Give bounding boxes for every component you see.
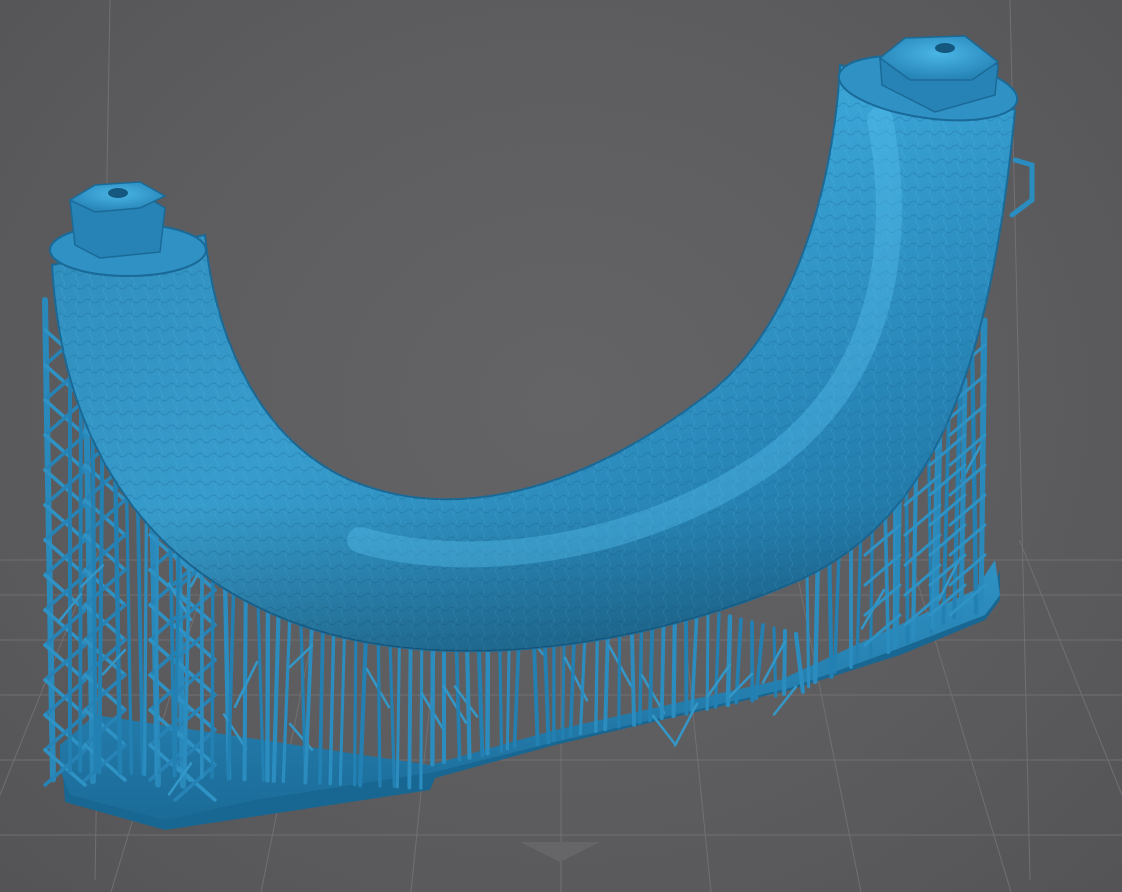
support-strut [948, 433, 987, 467]
support-strut [948, 403, 987, 437]
support-strut [442, 685, 468, 724]
support-strut [713, 612, 721, 709]
scene-canvas[interactable] [0, 0, 1122, 892]
platform-front-marker [520, 842, 600, 862]
support-strut [812, 552, 821, 685]
left-end-fitting[interactable] [49, 181, 207, 277]
support-strut [725, 614, 733, 708]
3d-viewport[interactable] [0, 0, 1122, 892]
support-strut [690, 607, 699, 714]
support-strut [651, 714, 677, 746]
support-strut [805, 568, 811, 689]
grid-line [1018, 539, 1122, 797]
